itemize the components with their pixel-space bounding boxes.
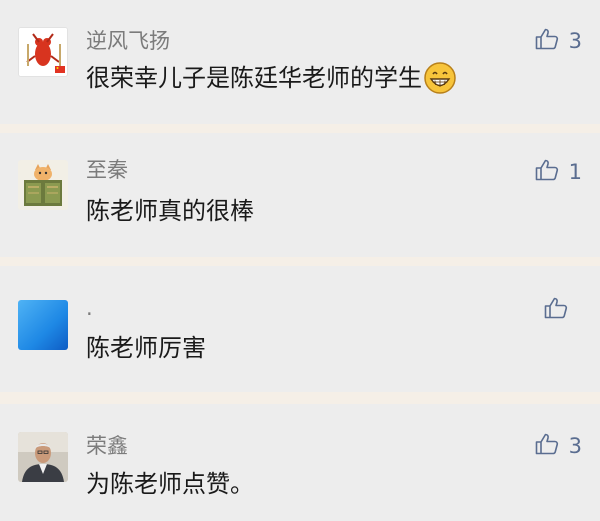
nickname[interactable]: 逆风飞扬 xyxy=(86,31,170,52)
thumbs-up-icon xyxy=(535,28,559,54)
like-button[interactable]: 3 xyxy=(535,28,582,54)
crayfish-avatar[interactable] xyxy=(18,27,68,77)
comment-text: 很荣幸儿子是陈廷华老师的学生 xyxy=(86,62,456,94)
thumbs-up-icon xyxy=(535,159,559,185)
like-button[interactable]: 1 xyxy=(535,159,582,185)
nickname[interactable]: 荣鑫 xyxy=(86,436,128,457)
comment-item: 逆风飞扬 很荣幸儿子是陈廷华老师的学生 3 xyxy=(0,0,600,124)
man-portrait-avatar[interactable] xyxy=(18,432,68,482)
cat-with-books-avatar[interactable] xyxy=(18,160,68,210)
nickname[interactable]: . xyxy=(86,298,93,319)
like-button[interactable]: 3 xyxy=(535,433,582,459)
comment-item: 至秦 陈老师真的很棒 1 xyxy=(0,133,600,257)
like-button[interactable] xyxy=(544,297,578,323)
comment-text: 陈老师真的很棒 xyxy=(86,197,254,225)
nickname[interactable]: 至秦 xyxy=(86,160,128,181)
comment-text-content: 很荣幸儿子是陈廷华老师的学生 xyxy=(86,64,422,92)
like-count: 3 xyxy=(568,433,582,458)
comment-text: 为陈老师点赞。 xyxy=(86,470,254,498)
comment-text: 陈老师厉害 xyxy=(86,334,206,362)
thumbs-up-icon xyxy=(544,297,568,323)
blue-gradient-avatar[interactable] xyxy=(18,300,68,350)
comment-item: 荣鑫 为陈老师点赞。 3 xyxy=(0,404,600,521)
like-count: 3 xyxy=(568,28,582,53)
comment-item: . 陈老师厉害 xyxy=(0,266,600,392)
thumbs-up-icon xyxy=(535,433,559,459)
grinning-face-emoji xyxy=(424,62,456,94)
like-count: 1 xyxy=(568,159,582,184)
